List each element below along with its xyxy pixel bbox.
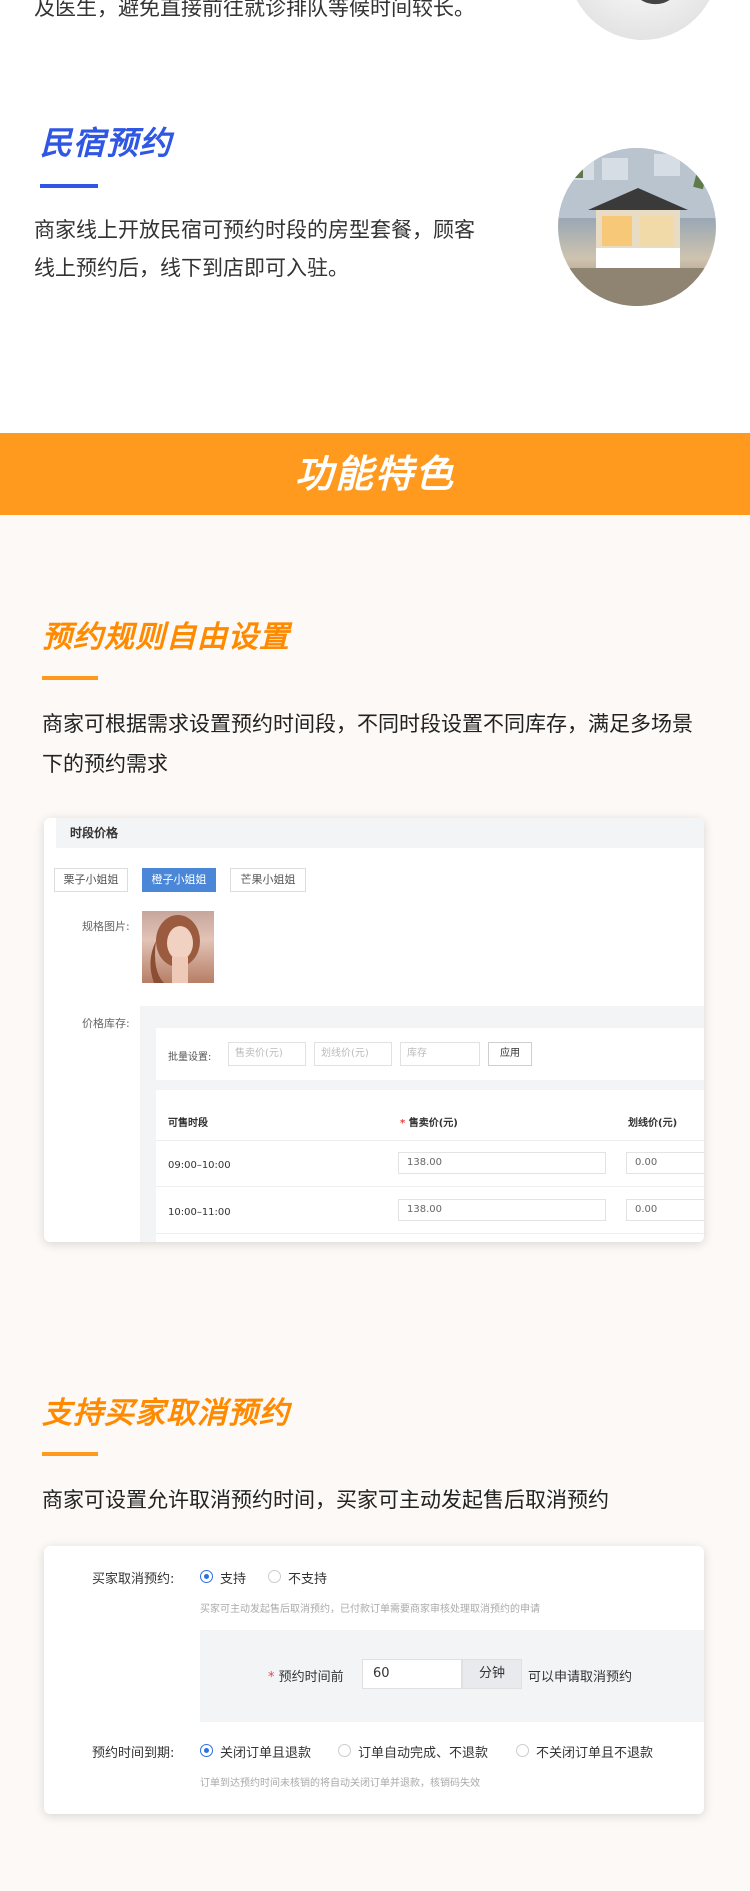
card-header: 时段价格: [56, 818, 704, 848]
radio-support-label[interactable]: 支持: [220, 1568, 246, 1587]
radio-close-refund[interactable]: [200, 1744, 213, 1757]
row-divider: [156, 1140, 704, 1141]
homestay-description: 商家线上开放民宿可预约时段的房型套餐，顾客 线上预约后，线下到店即可入驻。: [34, 211, 514, 287]
portrait-icon: [150, 915, 200, 983]
column-sale-price-label: 售卖价(元): [408, 1118, 458, 1129]
batch-stock-input[interactable]: 库存: [400, 1042, 480, 1066]
cancel-title-underline: [42, 1452, 98, 1456]
tab-spec-1[interactable]: 栗子小姐姐: [54, 868, 128, 892]
features-title: 功能特色: [294, 452, 455, 496]
expire-hint: 订单到达预约时间未核销的将自动关闭订单并退款，核销码失效: [200, 1778, 480, 1789]
house-icon: [558, 148, 716, 306]
cancel-option-label: 买家取消预约:: [92, 1572, 175, 1587]
column-strike-price: 划线价(元): [628, 1118, 678, 1129]
spec-image[interactable]: [142, 911, 214, 983]
homestay-photo: [558, 148, 716, 306]
cancel-description: 商家可设置允许取消预约时间，买家可主动发起售后取消预约: [42, 1488, 609, 1512]
row-2-strike-input[interactable]: 0.00: [626, 1199, 704, 1221]
apply-button[interactable]: 应用: [488, 1042, 532, 1066]
batch-sale-price-input[interactable]: 售卖价(元): [228, 1042, 306, 1066]
required-mark: *: [268, 1670, 275, 1685]
intro-text: 及医生，避免直接前往就诊排队等候时间较长。: [34, 0, 475, 20]
expire-option-label: 预约时间到期:: [92, 1746, 175, 1761]
homestay-title-underline: [40, 184, 98, 188]
batch-strike-price-input[interactable]: 划线价(元): [314, 1042, 392, 1066]
minutes-input[interactable]: 60: [362, 1659, 462, 1689]
spec-image-label: 规格图片:: [82, 920, 130, 933]
rules-title: 预约规则自由设置: [42, 620, 290, 655]
radio-support[interactable]: [200, 1570, 213, 1583]
rules-description: 商家可根据需求设置预约时间段，不同时段设置不同库存，满足多场景 下的预约需求: [42, 704, 732, 784]
cancel-title: 支持买家取消预约: [42, 1396, 290, 1431]
features-banner: 功能特色: [0, 433, 750, 515]
row-2-slot: 10:00–11:00: [168, 1207, 231, 1218]
row-divider: [156, 1233, 704, 1234]
cancel-hint: 买家可主动发起售后取消预约，已付款订单需要商家审核处理取消预约的申请: [200, 1604, 540, 1615]
radio-auto-complete[interactable]: [338, 1744, 351, 1757]
radio-no-close-label[interactable]: 不关闭订单且不退款: [536, 1742, 653, 1761]
doctor-photo: [568, 0, 718, 40]
before-time-label: * 预约时间前: [268, 1666, 344, 1685]
rules-desc-line-2: 下的预约需求: [42, 752, 168, 776]
time-slot-price-card: 时段价格 栗子小姐姐 橙子小姐姐 芒果小姐姐 规格图片: 价格库存: 批量设置:…: [44, 818, 704, 1242]
radio-no-close[interactable]: [516, 1744, 529, 1757]
radio-auto-complete-label[interactable]: 订单自动完成、不退款: [358, 1742, 488, 1761]
row-1-slot: 09:00–10:00: [168, 1160, 231, 1171]
rules-desc-line-1: 商家可根据需求设置预约时间段，不同时段设置不同库存，满足多场景: [42, 712, 693, 736]
homestay-title: 民宿预约: [40, 124, 173, 162]
column-sale-price: * 售卖价(元): [400, 1114, 458, 1129]
required-mark: *: [400, 1118, 406, 1129]
tab-spec-3[interactable]: 芒果小姐姐: [230, 868, 306, 892]
stethoscope-icon: [641, 0, 670, 5]
rules-title-underline: [42, 676, 98, 680]
column-slot: 可售时段: [168, 1118, 208, 1129]
price-stock-label: 价格库存:: [82, 1017, 130, 1030]
batch-label: 批量设置:: [168, 1052, 212, 1063]
tab-spec-2[interactable]: 橙子小姐姐: [142, 868, 216, 892]
price-table: 可售时段 * 售卖价(元) 划线价(元) 09:00–10:00 138.00 …: [156, 1090, 704, 1242]
row-divider: [156, 1186, 704, 1187]
homestay-desc-line-1: 商家线上开放民宿可预约时段的房型套餐，顾客: [34, 218, 475, 242]
row-2-sale-input[interactable]: 138.00: [398, 1199, 606, 1221]
after-time-label: 可以申请取消预约: [528, 1670, 633, 1685]
row-1-strike-input[interactable]: 0.00: [626, 1152, 704, 1174]
cancel-settings-card: 买家取消预约: 支持 不支持 买家可主动发起售后取消预约，已付款订单需要商家审核…: [44, 1546, 704, 1814]
radio-close-refund-label[interactable]: 关闭订单且退款: [220, 1742, 311, 1761]
batch-settings-bar: 批量设置: 售卖价(元) 划线价(元) 库存 应用: [156, 1028, 704, 1080]
row-1-sale-input[interactable]: 138.00: [398, 1152, 606, 1174]
before-time-text: 预约时间前: [278, 1670, 344, 1685]
homestay-desc-line-2: 线上预约后，线下到店即可入驻。: [34, 256, 349, 280]
radio-not-support[interactable]: [268, 1570, 281, 1583]
radio-not-support-label[interactable]: 不支持: [288, 1568, 327, 1587]
minutes-unit: 分钟: [462, 1659, 522, 1689]
